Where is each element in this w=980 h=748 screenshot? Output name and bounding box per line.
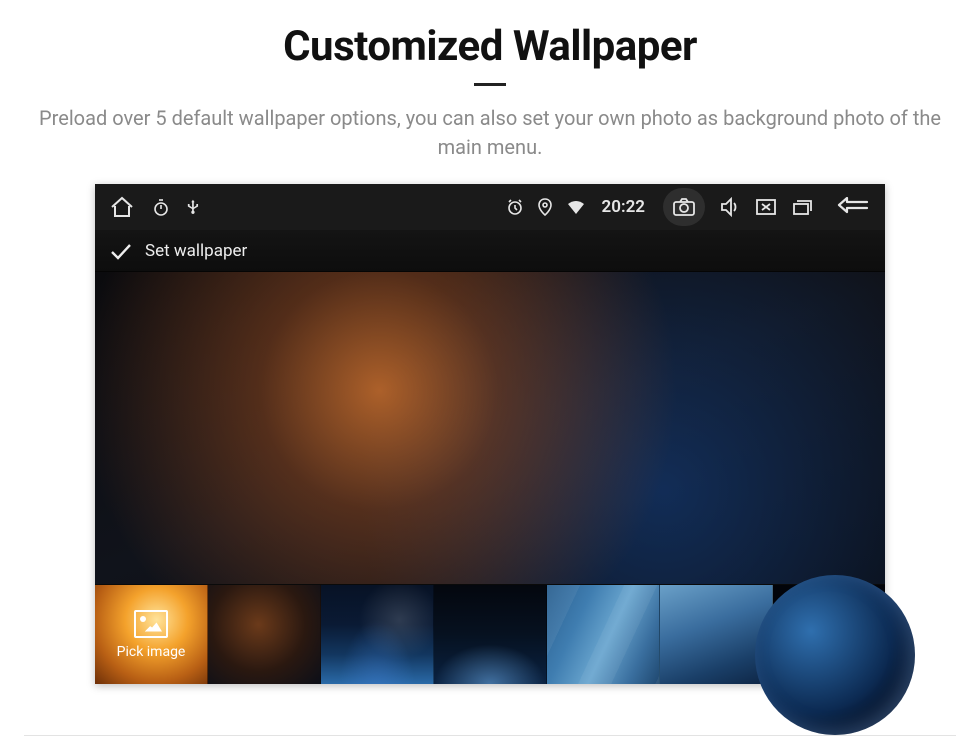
recent-apps-icon[interactable] bbox=[791, 198, 813, 216]
back-icon[interactable] bbox=[837, 197, 871, 217]
wallpaper-thumb[interactable] bbox=[434, 585, 547, 684]
wallpaper-thumbnail-strip: Pick image bbox=[95, 584, 885, 684]
image-icon bbox=[134, 610, 168, 638]
timer-icon bbox=[153, 198, 169, 216]
device-screenshot: 20:22 bbox=[95, 184, 885, 684]
pick-image-label: Pick image bbox=[117, 644, 186, 660]
status-bar: 20:22 bbox=[95, 184, 885, 230]
page-subtitle: Preload over 5 default wallpaper options… bbox=[35, 104, 945, 162]
volume-icon[interactable] bbox=[719, 197, 741, 217]
wifi-icon bbox=[566, 199, 586, 215]
set-wallpaper-row[interactable]: Set wallpaper bbox=[95, 230, 885, 272]
wallpaper-thumb[interactable] bbox=[208, 585, 321, 684]
status-right-group: 20:22 bbox=[506, 188, 871, 226]
home-icon[interactable] bbox=[109, 195, 135, 219]
title-underline bbox=[474, 83, 506, 86]
usb-icon bbox=[187, 198, 199, 216]
camera-button[interactable] bbox=[663, 188, 705, 226]
alarm-icon bbox=[506, 198, 524, 216]
wallpaper-thumb[interactable] bbox=[773, 585, 885, 684]
wallpaper-thumb[interactable] bbox=[547, 585, 660, 684]
status-left-group bbox=[109, 195, 199, 219]
close-window-icon[interactable] bbox=[755, 198, 777, 216]
check-icon bbox=[109, 241, 133, 261]
location-icon bbox=[538, 198, 552, 216]
wallpaper-preview[interactable] bbox=[95, 272, 885, 584]
section-divider bbox=[24, 735, 956, 736]
wallpaper-thumb[interactable] bbox=[321, 585, 434, 684]
clock-text: 20:22 bbox=[602, 197, 645, 217]
set-wallpaper-label: Set wallpaper bbox=[145, 241, 247, 261]
page-title: Customized Wallpaper bbox=[0, 22, 980, 71]
pick-image-button[interactable]: Pick image bbox=[95, 585, 208, 684]
